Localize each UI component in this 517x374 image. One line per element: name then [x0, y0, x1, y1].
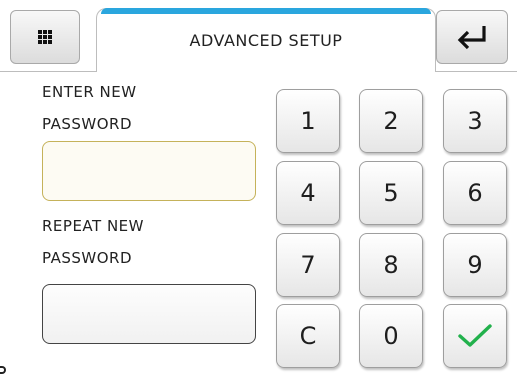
title-accent-bar — [101, 8, 431, 14]
header-divider-left — [0, 71, 97, 72]
keypad-key-3[interactable]: 3 — [443, 89, 507, 153]
page-title: ADVANCED SETUP — [189, 31, 343, 50]
back-button[interactable] — [436, 10, 508, 64]
keypad-key-8[interactable]: 8 — [359, 233, 423, 297]
corner-indicator — [0, 366, 6, 374]
keypad-key-1[interactable]: 1 — [276, 89, 340, 153]
keypad-key-7[interactable]: 7 — [276, 233, 340, 297]
keypad-clear-button[interactable]: C — [276, 304, 340, 368]
repeat-password-label: REPEAT NEW PASSWORD — [42, 217, 144, 267]
menu-button[interactable] — [10, 10, 80, 64]
advanced-setup-screen: ADVANCED SETUP ENTER NEW PASSWORD REPEAT… — [0, 0, 517, 374]
new-password-input[interactable] — [42, 141, 256, 201]
keypad-key-4[interactable]: 4 — [276, 161, 340, 225]
title-tab: ADVANCED SETUP — [96, 8, 436, 72]
keypad-key-0[interactable]: 0 — [359, 304, 423, 368]
keypad-key-6[interactable]: 6 — [443, 161, 507, 225]
header-divider-right — [435, 71, 517, 72]
new-password-label: ENTER NEW PASSWORD — [42, 83, 137, 133]
checkmark-icon — [458, 324, 492, 347]
grid-menu-icon — [38, 30, 52, 44]
keypad-key-9[interactable]: 9 — [443, 233, 507, 297]
keypad-key-5[interactable]: 5 — [359, 161, 423, 225]
confirm-button[interactable] — [443, 304, 507, 368]
keypad-key-2[interactable]: 2 — [359, 89, 423, 153]
enter-return-icon — [457, 26, 486, 50]
repeat-password-input[interactable] — [42, 284, 256, 344]
